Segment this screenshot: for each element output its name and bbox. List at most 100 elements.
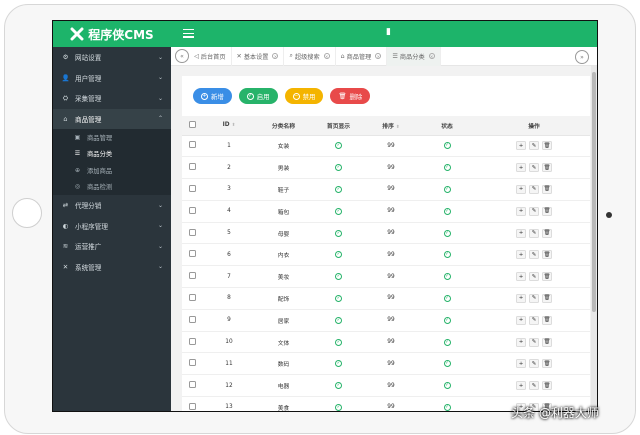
delete-button[interactable]: 🗑 删除 — [330, 88, 371, 104]
header-id[interactable]: ID ⬍ — [202, 116, 256, 136]
check-circle-icon[interactable]: ✓ — [443, 207, 451, 215]
row-select-cell[interactable] — [182, 309, 202, 332]
add-child-button[interactable]: + — [516, 293, 526, 303]
row-checkbox[interactable] — [188, 402, 196, 410]
add-child-button[interactable]: + — [516, 315, 526, 325]
table-row[interactable]: 10 文体 ✓ 99 ✓ + ✎ 🗑 — [182, 331, 590, 354]
row-select-cell[interactable] — [182, 178, 202, 201]
row-show-cell[interactable]: ✓ — [311, 265, 366, 289]
row-show-cell[interactable]: ✓ — [311, 156, 366, 180]
row-select-cell[interactable] — [182, 200, 202, 223]
check-circle-icon[interactable]: ✓ — [443, 294, 451, 302]
row-status-cell[interactable]: ✓ — [416, 156, 478, 180]
check-circle-icon[interactable]: ✓ — [443, 164, 451, 172]
row-select-cell[interactable] — [182, 287, 202, 310]
tab-product-category[interactable]: ☰ 商品分类 × — [387, 46, 441, 66]
sidebar-subitem-product-category[interactable]: ☰ 商品分类 — [53, 146, 171, 163]
add-button[interactable]: + 新增 — [193, 88, 232, 104]
enable-button[interactable]: ✓ 启用 — [238, 88, 278, 104]
row-status-cell[interactable]: ✓ — [416, 265, 478, 289]
delete-row-button[interactable]: 🗑 — [542, 359, 552, 369]
sort-icon[interactable]: ⬍ — [396, 125, 400, 130]
add-child-button[interactable]: + — [516, 206, 526, 216]
row-checkbox[interactable] — [188, 293, 196, 301]
disable-button[interactable]: − 禁用 — [284, 88, 324, 104]
table-row[interactable]: 1 女装 ✓ 99 ✓ + ✎ 🗑 — [182, 135, 590, 158]
row-checkbox[interactable] — [188, 272, 196, 280]
check-circle-icon[interactable]: ✓ — [443, 316, 451, 324]
sidebar-subitem-product-manage[interactable]: ▣ 商品管理 — [53, 129, 171, 146]
delete-row-button[interactable]: 🗑 — [542, 250, 552, 260]
delete-row-button[interactable]: 🗑 — [542, 163, 552, 173]
row-show-cell[interactable]: ✓ — [311, 243, 366, 267]
row-show-cell[interactable]: ✓ — [311, 287, 366, 310]
edit-button[interactable]: ✎ — [529, 359, 539, 369]
close-icon[interactable]: × — [428, 53, 435, 59]
table-row[interactable]: 8 配饰 ✓ 99 ✓ + ✎ 🗑 — [182, 287, 590, 310]
edit-button[interactable]: ✎ — [529, 163, 539, 173]
row-status-cell[interactable]: ✓ — [416, 200, 478, 223]
row-show-cell[interactable]: ✓ — [311, 374, 366, 398]
check-circle-icon[interactable]: ✓ — [335, 207, 342, 215]
row-checkbox[interactable] — [188, 163, 196, 171]
row-show-cell[interactable]: ✓ — [311, 309, 366, 332]
sidebar-item-system[interactable]: ✕ 系统管理 ⌄ — [53, 257, 171, 278]
scrollbar-thumb[interactable] — [592, 72, 596, 312]
check-circle-icon[interactable]: ✓ — [443, 403, 451, 411]
edit-button[interactable]: ✎ — [529, 141, 539, 151]
tab-next-icon[interactable]: » — [575, 50, 589, 64]
check-circle-icon[interactable]: ✓ — [335, 338, 342, 346]
sidebar-item-distribution[interactable]: ⇄ 代理分销 ⌄ — [53, 195, 171, 216]
row-select-cell[interactable] — [182, 135, 202, 158]
table-row[interactable]: 2 男装 ✓ 99 ✓ + ✎ 🗑 — [182, 156, 590, 180]
edit-button[interactable]: ✎ — [529, 184, 539, 194]
edit-button[interactable]: ✎ — [529, 272, 539, 282]
edit-button[interactable]: ✎ — [529, 293, 539, 303]
row-checkbox[interactable] — [188, 141, 196, 149]
add-child-button[interactable]: + — [516, 141, 526, 151]
row-show-cell[interactable]: ✓ — [311, 396, 366, 411]
sidebar-subitem-product-check[interactable]: ◎ 商品检测 — [53, 179, 171, 196]
add-child-button[interactable]: + — [516, 228, 526, 238]
table-row[interactable]: 3 鞋子 ✓ 99 ✓ + ✎ 🗑 — [182, 178, 590, 201]
check-circle-icon[interactable]: ✓ — [443, 185, 451, 193]
table-row[interactable]: 5 母婴 ✓ 99 ✓ + ✎ 🗑 — [182, 222, 590, 245]
tab-product-manage[interactable]: ⌂ 商品管理 × — [336, 46, 388, 66]
row-status-cell[interactable]: ✓ — [416, 243, 478, 267]
check-circle-icon[interactable]: ✓ — [443, 360, 451, 368]
row-checkbox[interactable] — [188, 359, 196, 367]
delete-row-button[interactable]: 🗑 — [542, 272, 552, 282]
row-show-cell[interactable]: ✓ — [311, 178, 366, 201]
delete-row-button[interactable]: 🗑 — [542, 141, 552, 151]
close-icon[interactable]: × — [375, 53, 382, 59]
row-checkbox[interactable] — [188, 381, 196, 389]
table-row[interactable]: 11 数码 ✓ 99 ✓ + ✎ 🗑 — [182, 352, 590, 376]
add-child-button[interactable]: + — [516, 381, 526, 391]
row-checkbox[interactable] — [188, 228, 196, 236]
add-child-button[interactable]: + — [516, 250, 526, 260]
add-child-button[interactable]: + — [516, 272, 526, 282]
add-child-button[interactable]: + — [516, 163, 526, 173]
table-row[interactable]: 9 居家 ✓ 99 ✓ + ✎ 🗑 — [182, 309, 590, 332]
row-status-cell[interactable]: ✓ — [416, 135, 478, 158]
check-circle-icon[interactable]: ✓ — [335, 403, 342, 411]
row-show-cell[interactable]: ✓ — [311, 222, 366, 245]
delete-row-button[interactable]: 🗑 — [542, 381, 552, 391]
delete-row-button[interactable]: 🗑 — [542, 228, 552, 238]
row-select-cell[interactable] — [182, 156, 202, 180]
delete-row-button[interactable]: 🗑 — [542, 293, 552, 303]
row-status-cell[interactable]: ✓ — [416, 331, 478, 354]
check-circle-icon[interactable]: ✓ — [443, 382, 451, 390]
table-row[interactable]: 12 电器 ✓ 99 ✓ + ✎ 🗑 — [182, 374, 590, 398]
row-select-cell[interactable] — [182, 265, 202, 289]
delete-row-button[interactable]: 🗑 — [542, 184, 552, 194]
edit-button[interactable]: ✎ — [529, 250, 539, 260]
check-circle-icon[interactable]: ✓ — [443, 142, 451, 150]
check-circle-icon[interactable]: ✓ — [335, 164, 342, 172]
row-checkbox[interactable] — [188, 206, 196, 214]
row-checkbox[interactable] — [188, 337, 196, 345]
check-circle-icon[interactable]: ✓ — [335, 185, 342, 193]
check-circle-icon[interactable]: ✓ — [443, 251, 451, 259]
edit-button[interactable]: ✎ — [529, 337, 539, 347]
row-show-cell[interactable]: ✓ — [311, 331, 366, 354]
